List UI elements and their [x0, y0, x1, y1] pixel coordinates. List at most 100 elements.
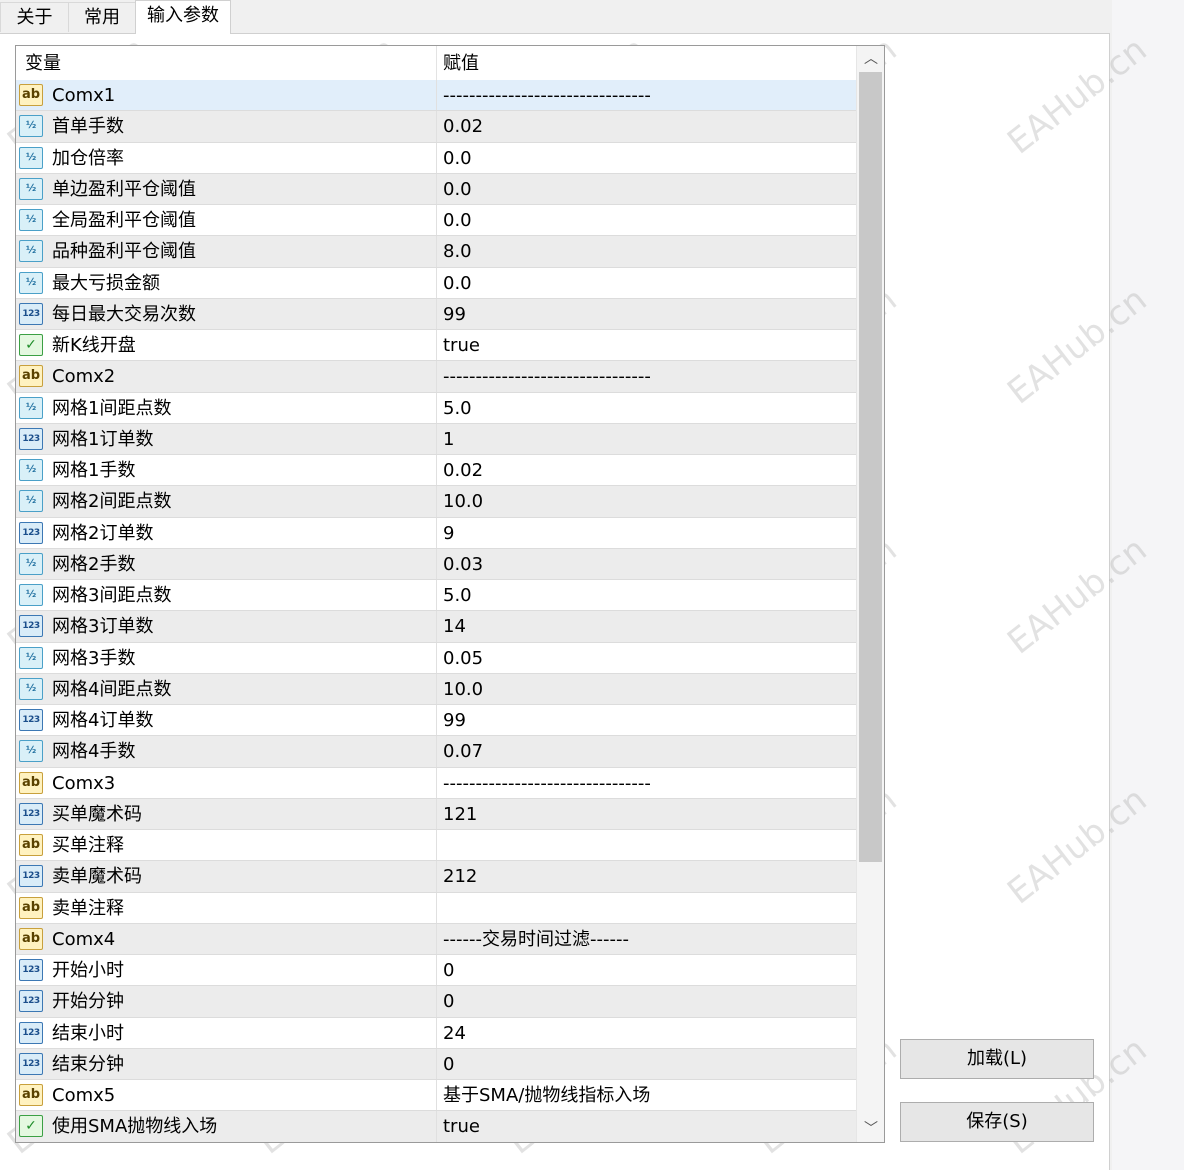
table-row[interactable]: 123 网格1订单数 1	[16, 423, 856, 455]
table-row[interactable]: 123 开始分钟 0	[16, 986, 856, 1018]
table-row[interactable]: ½ 网格3手数 0.05	[16, 642, 856, 674]
table-row[interactable]: ½ 最大亏损金额 0.0	[16, 267, 856, 299]
table-row[interactable]: ab Comx3 --------------------------------	[16, 767, 856, 799]
variable-name: Comx1	[52, 85, 116, 106]
variable-name: 网格4订单数	[52, 710, 154, 731]
table-row[interactable]: 123 网格3订单数 14	[16, 611, 856, 643]
table-row[interactable]: 123 开始小时 0	[16, 955, 856, 987]
variable-value[interactable]: 9	[443, 518, 454, 548]
variable-value[interactable]: --------------------------------	[443, 80, 651, 110]
table-row[interactable]: ½ 全局盈利平仓阈值 0.0	[16, 205, 856, 237]
variable-value[interactable]: ------交易时间过滤------	[443, 924, 629, 954]
variable-value[interactable]: 0.05	[443, 643, 483, 673]
save-button[interactable]: 保存(S)	[900, 1102, 1094, 1142]
variable-value[interactable]: 0.0	[443, 205, 472, 235]
load-button[interactable]: 加载(L)	[900, 1039, 1094, 1079]
column-divider[interactable]	[436, 46, 437, 80]
scroll-down-icon[interactable]: ﹀	[857, 1116, 884, 1142]
variable-value[interactable]: true	[443, 1111, 480, 1141]
table-row[interactable]: ab Comx4 ------交易时间过滤------	[16, 923, 856, 955]
table-row[interactable]: ½ 网格3间距点数 5.0	[16, 580, 856, 612]
table-row[interactable]: ½ 加仓倍率 0.0	[16, 142, 856, 174]
variable-value[interactable]: --------------------------------	[443, 361, 651, 391]
variable-value[interactable]: 121	[443, 799, 477, 829]
column-header-value[interactable]: 赋值	[443, 46, 479, 80]
tab-common[interactable]: 常用	[68, 2, 136, 32]
grid-rows: ab Comx1 -------------------------------- ½…	[16, 80, 856, 1142]
double-icon: ½	[19, 115, 43, 138]
tab-bar: 关于 常用 输入参数	[0, 0, 1110, 34]
tab-input-params[interactable]: 输入参数	[135, 0, 231, 34]
variable-value[interactable]: 1	[443, 424, 454, 454]
variable-value[interactable]: 0.0	[443, 268, 472, 298]
variable-value[interactable]: 0.0	[443, 174, 472, 204]
column-header-variable[interactable]: 变量	[25, 46, 61, 80]
parameter-grid: 变量 赋值 ab Comx1 ---------------------------…	[15, 45, 885, 1143]
variable-value[interactable]: 0	[443, 955, 454, 985]
table-row[interactable]: ½ 品种盈利平仓阈值 8.0	[16, 236, 856, 268]
table-row[interactable]: 123 网格4订单数 99	[16, 705, 856, 737]
variable-value[interactable]: 212	[443, 861, 477, 891]
variable-value[interactable]: 0	[443, 986, 454, 1016]
variable-value[interactable]: 0.02	[443, 455, 483, 485]
variable-value[interactable]: 基于SMA/抛物线指标入场	[443, 1080, 650, 1110]
variable-value[interactable]: 0.0	[443, 143, 472, 173]
table-row[interactable]: ab Comx5 基于SMA/抛物线指标入场	[16, 1080, 856, 1112]
cell-divider	[436, 423, 437, 454]
table-row[interactable]: 123 结束小时 24	[16, 1017, 856, 1049]
variable-value[interactable]: true	[443, 330, 480, 360]
variable-value[interactable]: 99	[443, 705, 466, 735]
variable-value[interactable]: 99	[443, 299, 466, 329]
variable-value[interactable]: 10.0	[443, 674, 483, 704]
table-row[interactable]: ✓ 使用SMA抛物线入场 true	[16, 1111, 856, 1142]
cell-divider	[436, 205, 437, 236]
table-row[interactable]: ab 卖单注释	[16, 892, 856, 924]
table-row[interactable]: ½ 网格2间距点数 10.0	[16, 486, 856, 518]
double-icon: ½	[19, 240, 43, 263]
variable-value[interactable]: 8.0	[443, 236, 472, 266]
table-row[interactable]: ½ 网格4手数 0.07	[16, 736, 856, 768]
variable-value[interactable]: 5.0	[443, 393, 472, 423]
variable-value[interactable]: 14	[443, 611, 466, 641]
variable-value[interactable]: 5.0	[443, 580, 472, 610]
cell-divider	[436, 298, 437, 329]
variable-name: Comx3	[52, 772, 116, 794]
table-row[interactable]: ½ 网格4间距点数 10.0	[16, 673, 856, 705]
variable-value[interactable]: 0.02	[443, 111, 483, 141]
table-row[interactable]: ab 买单注释	[16, 830, 856, 862]
scroll-up-icon[interactable]: ︿	[857, 46, 884, 72]
table-row[interactable]: ✓ 新K线开盘 true	[16, 330, 856, 362]
double-icon: ½	[19, 584, 43, 606]
scroll-thumb[interactable]	[859, 72, 882, 862]
variable-value[interactable]: 10.0	[443, 486, 483, 516]
ab-string-icon: ab	[19, 84, 43, 106]
cell-divider	[436, 173, 437, 204]
integer-icon: 123	[19, 959, 43, 981]
tab-about[interactable]: 关于	[0, 2, 69, 32]
variable-name: 开始分钟	[52, 991, 124, 1013]
table-row[interactable]: 123 卖单魔术码 212	[16, 861, 856, 893]
variable-name: 新K线开盘	[52, 335, 136, 356]
table-row[interactable]: ½ 网格1手数 0.02	[16, 455, 856, 487]
variable-value[interactable]: --------------------------------	[443, 768, 651, 798]
vertical-scrollbar[interactable]: ︿ ﹀	[856, 46, 884, 1142]
table-row[interactable]: ½ 网格1间距点数 5.0	[16, 392, 856, 424]
variable-value[interactable]: 0.07	[443, 736, 483, 766]
table-row[interactable]: 123 结束分钟 0	[16, 1048, 856, 1080]
bool-icon: ✓	[19, 1115, 43, 1138]
double-icon: ½	[19, 646, 43, 669]
table-row[interactable]: 123 每日最大交易次数 99	[16, 298, 856, 330]
cell-divider	[436, 330, 437, 361]
variable-value[interactable]: 0	[443, 1049, 454, 1079]
table-row[interactable]: 123 网格2订单数 9	[16, 517, 856, 549]
double-icon: ½	[19, 552, 43, 575]
table-row[interactable]: ½ 单边盈利平仓阈值 0.0	[16, 173, 856, 205]
table-row[interactable]: ½ 首单手数 0.02	[16, 111, 856, 143]
table-row[interactable]: 123 买单魔术码 121	[16, 798, 856, 830]
table-row[interactable]: ab Comx1 --------------------------------	[16, 80, 856, 112]
table-row[interactable]: ab Comx2 --------------------------------	[16, 361, 856, 393]
table-row[interactable]: ½ 网格2手数 0.03	[16, 548, 856, 580]
variable-value[interactable]: 24	[443, 1018, 466, 1048]
variable-value[interactable]: 0.03	[443, 549, 483, 579]
cell-divider	[436, 1080, 437, 1111]
